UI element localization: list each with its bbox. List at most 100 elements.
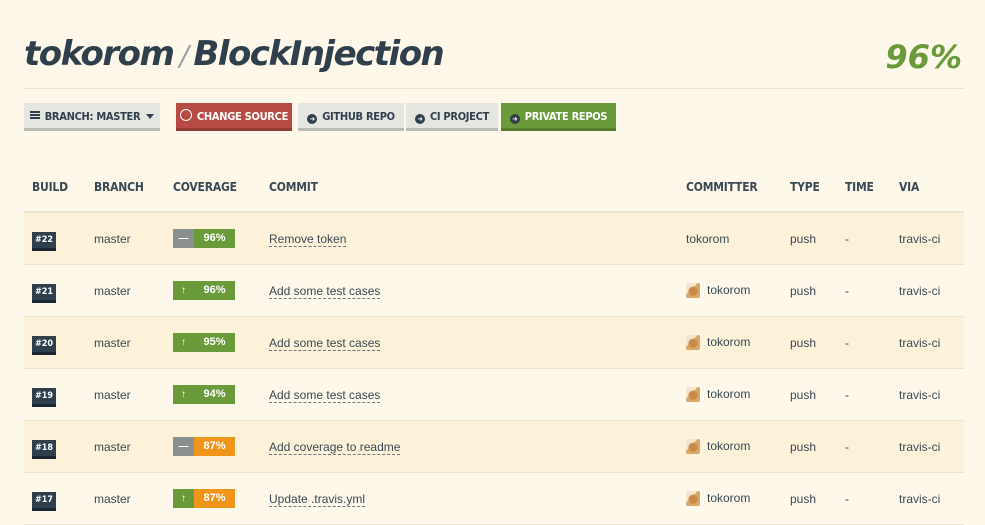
time-cell: -	[837, 212, 891, 265]
branch-cell: master	[86, 212, 165, 265]
commit-cell: Add some test cases	[261, 316, 678, 369]
private-repos-label: PRIVATE REPOS	[524, 110, 608, 123]
type-cell: push	[782, 420, 837, 473]
column-header-build: BUILD	[24, 163, 86, 213]
time-cell: -	[837, 316, 891, 369]
coverage-badge: ↑ 94%	[173, 385, 235, 404]
avatar	[686, 387, 700, 403]
build-cell: #17	[24, 472, 86, 525]
coverage-value: 87%	[194, 489, 235, 508]
overall-coverage: 96%	[885, 38, 962, 76]
committer-name: tokorom	[707, 490, 751, 505]
committer-cell: tokorom	[678, 264, 782, 317]
coverage-cell: ↑ 87%	[165, 472, 261, 525]
committer-cell: tokorom	[678, 316, 782, 369]
edit-icon	[179, 109, 192, 121]
coverage-cell: ↑ 94%	[165, 368, 261, 421]
change-source-button[interactable]: CHANGE SOURCE	[176, 103, 292, 131]
arrow-circle-right-icon: ➜	[509, 114, 520, 124]
column-header-type: TYPE	[782, 163, 837, 213]
avatar	[686, 283, 700, 299]
branch-cell: master	[86, 264, 165, 317]
column-header-time: TIME	[837, 163, 891, 213]
build-number-badge[interactable]: #17	[32, 492, 57, 511]
coverage-cell: —87%	[165, 420, 261, 473]
coverage-value: 96%	[194, 281, 235, 300]
arrow-circle-right-icon: ➜	[414, 114, 425, 124]
via-cell: travis-ci	[891, 472, 964, 525]
repo-name-link[interactable]: BlockInjection	[193, 34, 444, 74]
table-row: #19 master ↑ 94% Add some test cases tokorom p…	[24, 368, 964, 421]
time-cell: -	[837, 420, 891, 473]
time-cell: -	[837, 472, 891, 525]
coverage-value: 95%	[194, 333, 235, 352]
caret-down-icon	[146, 114, 155, 119]
committer-name: tokorom	[707, 386, 751, 401]
build-number-badge[interactable]: #22	[32, 232, 57, 251]
list-icon	[29, 111, 40, 121]
table-row: #17 master ↑ 87% Update .travis.yml tokorom pu…	[24, 472, 964, 525]
commit-cell: Add coverage to readme	[261, 420, 678, 473]
build-number-badge[interactable]: #18	[32, 440, 57, 459]
table-row: #18 master —87% Add coverage to readme tokor…	[24, 420, 964, 473]
arrow-circle-right-icon: ➜	[307, 114, 318, 124]
coverage-cell: ↑ 95%	[165, 316, 261, 369]
repo-owner-link[interactable]: tokorom	[24, 34, 175, 74]
committer-cell: tokorom	[678, 420, 782, 473]
commit-link[interactable]: Update .travis.yml	[269, 491, 366, 507]
commit-link[interactable]: Add coverage to readme	[269, 439, 401, 455]
avatar	[686, 439, 700, 455]
commit-cell: Remove token	[261, 212, 678, 265]
minus-icon: —	[173, 437, 194, 456]
avatar	[686, 491, 700, 507]
branch-dropdown-button[interactable]: BRANCH: MASTER	[24, 103, 160, 131]
builds-table: BUILD BRANCH COVERAGE COMMIT COMMITTER T…	[24, 163, 964, 525]
via-cell: travis-ci	[891, 212, 964, 265]
commit-link[interactable]: Add some test cases	[269, 335, 381, 351]
coverage-value: 96%	[194, 229, 235, 248]
build-number-badge[interactable]: #19	[32, 388, 57, 407]
coverage-badge: ↑ 96%	[173, 281, 235, 300]
arrow-up-icon: ↑	[173, 489, 194, 508]
coverage-value: 94%	[194, 385, 235, 404]
private-repos-button[interactable]: ➜ PRIVATE REPOS	[501, 103, 616, 131]
arrow-up-icon: ↑	[173, 333, 194, 352]
build-cell: #22	[24, 212, 86, 265]
time-cell: -	[837, 264, 891, 317]
commit-cell: Add some test cases	[261, 368, 678, 421]
coverage-badge: —87%	[173, 437, 235, 456]
ci-project-button[interactable]: ➜ CI PROJECT	[406, 103, 498, 131]
type-cell: push	[782, 212, 837, 265]
commit-cell: Add some test cases	[261, 264, 678, 317]
type-cell: push	[782, 368, 837, 421]
coverage-badge: —96%	[173, 229, 235, 248]
title-separator: /	[179, 39, 188, 72]
via-cell: travis-ci	[891, 420, 964, 473]
github-repo-button[interactable]: ➜ GITHUB REPO	[298, 103, 404, 131]
coverage-badge: ↑ 95%	[173, 333, 235, 352]
minus-icon: —	[173, 229, 194, 248]
type-cell: push	[782, 264, 837, 317]
github-repo-label: GITHUB REPO	[322, 110, 395, 123]
build-cell: #19	[24, 368, 86, 421]
table-row: #20 master ↑ 95% Add some test cases tokorom p…	[24, 316, 964, 369]
build-number-badge[interactable]: #21	[32, 284, 57, 303]
commit-link[interactable]: Add some test cases	[269, 283, 381, 299]
table-row: #21 master ↑ 96% Add some test cases tokorom p…	[24, 264, 964, 317]
ci-project-label: CI PROJECT	[429, 110, 490, 123]
branch-cell: master	[86, 420, 165, 473]
coverage-cell: —96%	[165, 212, 261, 265]
column-header-commit: COMMIT	[261, 163, 678, 213]
commit-link[interactable]: Remove token	[269, 231, 347, 247]
branch-cell: master	[86, 316, 165, 369]
committer-cell: tokorom	[678, 368, 782, 421]
avatar	[686, 335, 700, 351]
coverage-value: 87%	[194, 437, 235, 456]
committer-name: tokorom	[707, 334, 751, 349]
commit-link[interactable]: Add some test cases	[269, 387, 381, 403]
table-row: #22 master —96% Remove token tokorom push - tra…	[24, 212, 964, 265]
arrow-up-icon: ↑	[173, 281, 194, 300]
coverage-cell: ↑ 96%	[165, 264, 261, 317]
arrow-up-icon: ↑	[173, 385, 194, 404]
build-number-badge[interactable]: #20	[32, 336, 57, 355]
